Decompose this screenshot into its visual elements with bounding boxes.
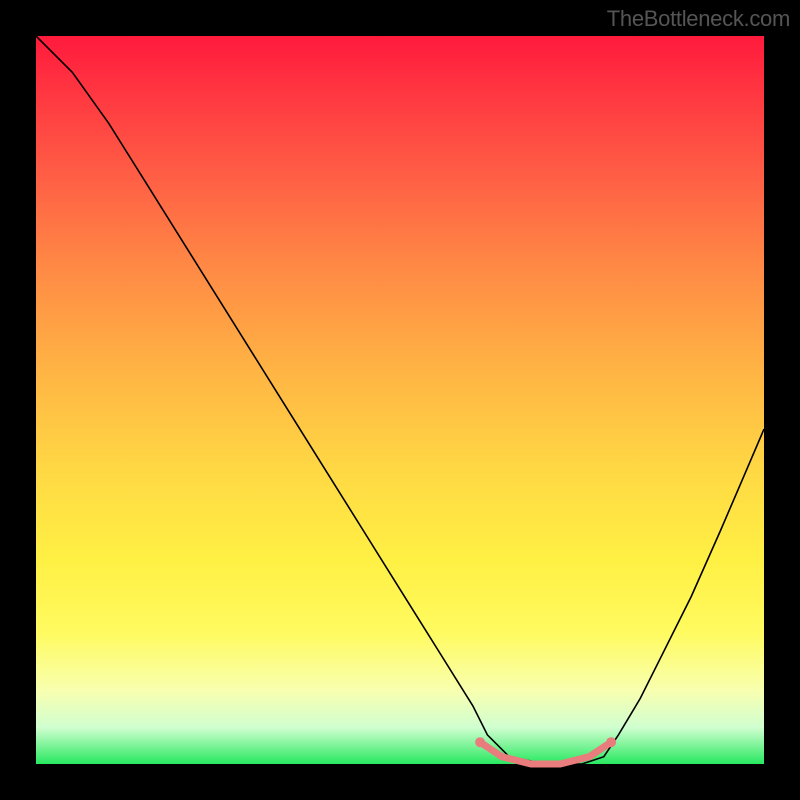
highlight-endpoint-dot [606,737,616,747]
chart-svg [36,36,764,764]
bottleneck-curve [36,36,764,764]
watermark-text: TheBottleneck.com [607,6,790,32]
highlight-endpoint-dot [475,737,485,747]
optimal-range-endpoints [475,737,616,747]
chart-plot-area [36,36,764,764]
